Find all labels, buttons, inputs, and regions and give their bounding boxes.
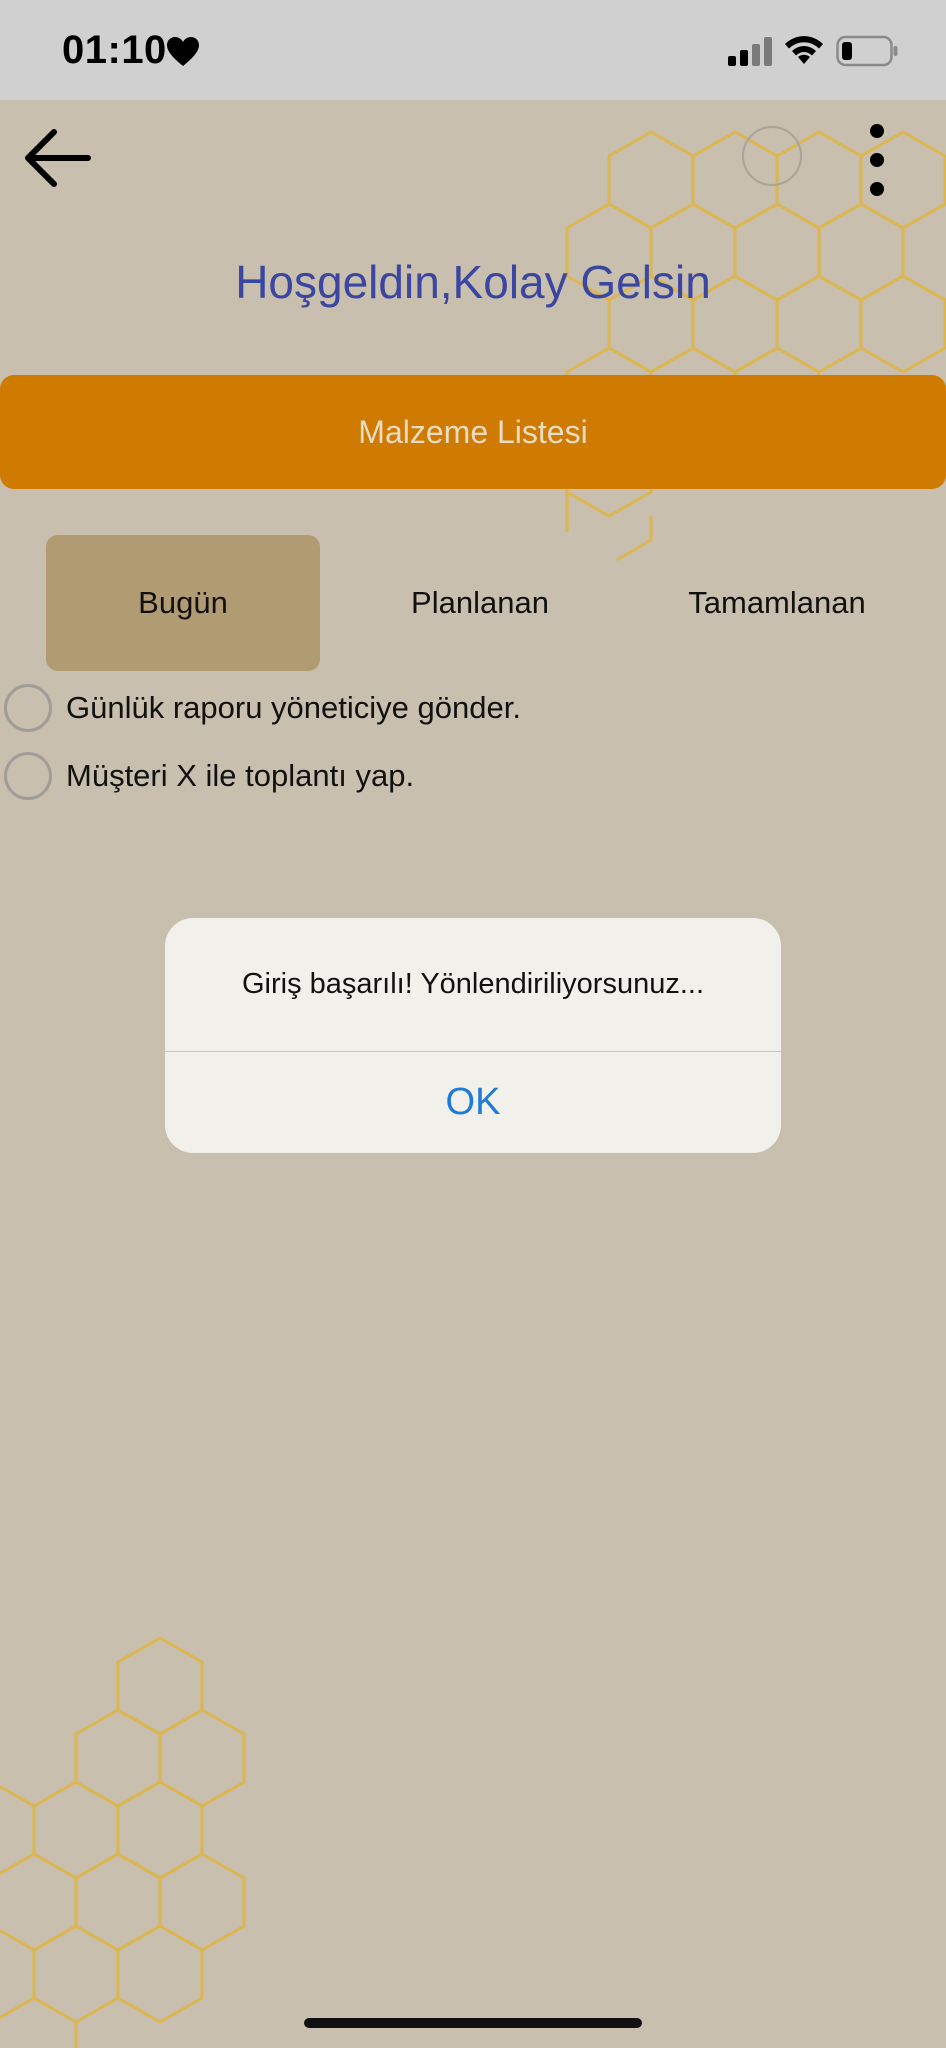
home-indicator[interactable] [304,2018,642,2028]
tab-label: Planlanan [411,585,549,620]
material-list-button[interactable]: Malzeme Listesi [0,375,946,489]
page-title: Hoşgeldin,Kolay Gelsin [235,256,711,308]
status-time: 01:10 [62,28,167,72]
tab-today[interactable]: Bugün [46,535,320,671]
wifi-icon [785,36,823,64]
tab-label: Tamamlanan [688,585,866,620]
battery-icon [836,35,898,67]
alert-ok-button[interactable]: OK [165,1052,781,1153]
task-item[interactable]: Günlük raporu yöneticiye gönder. [0,678,521,738]
alert-message: Giriş başarılı! Yönlendiriliyorsunuz... [241,968,705,1000]
heart-icon [167,37,199,66]
alert-dialog: Giriş başarılı! Yönlendiriliyorsunuz... … [165,918,781,1153]
tab-planned[interactable]: Planlanan [340,535,620,671]
more-vertical-icon[interactable] [860,120,896,200]
signal-icon [728,37,772,66]
tab-label: Bugün [138,585,228,620]
profile-avatar[interactable] [742,126,802,186]
status-bar: 01:10 [0,0,946,100]
task-label: Günlük raporu yöneticiye gönder. [66,690,521,725]
task-checkbox[interactable] [4,752,52,800]
task-label: Müşteri X ile toplantı yap. [66,758,415,793]
tab-completed[interactable]: Tamamlanan [640,535,914,671]
task-item[interactable]: Müşteri X ile toplantı yap. [0,746,414,806]
back-arrow-icon[interactable] [20,120,96,196]
task-checkbox[interactable] [4,684,52,732]
